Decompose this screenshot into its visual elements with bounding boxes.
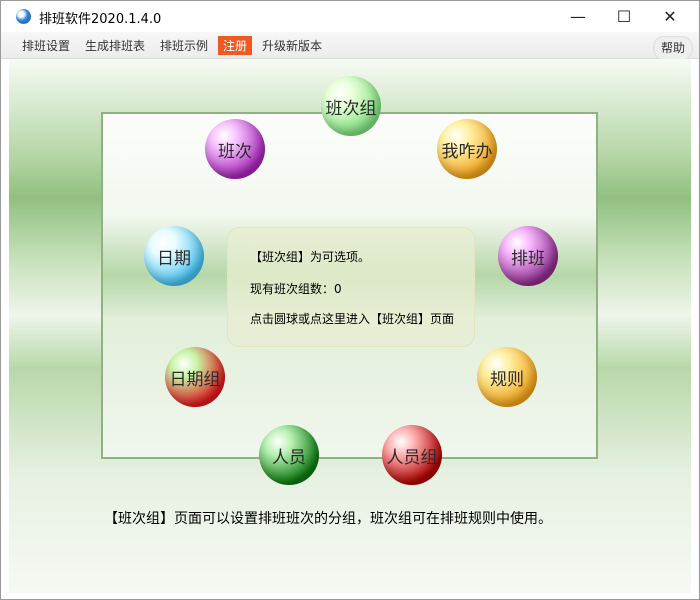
menu-schedule-examples[interactable]: 排班示例 (160, 37, 208, 54)
ball-label: 规则 (490, 369, 524, 390)
ball-what-to-do[interactable]: 我咋办 (437, 119, 497, 179)
ball-rules[interactable]: 规则 (477, 347, 537, 407)
ball-label: 班次组 (325, 98, 377, 119)
maximize-button[interactable]: ☐ (601, 1, 647, 32)
menu-bar: 排班设置 生成排班表 排班示例 注册 升级新版本 (1, 32, 699, 59)
window-title: 排班软件2020.1.4.0 (39, 12, 162, 27)
close-button[interactable]: ✕ (647, 1, 693, 32)
app-logo-icon (16, 9, 31, 24)
info-group-count: 现有班次组数：0 (250, 282, 342, 296)
ball-label: 我咋办 (441, 141, 493, 162)
app-window: 排班软件2020.1.4.0 — ☐ ✕ 排班设置 生成排班表 排班示例 注册 … (0, 0, 700, 600)
ball-label: 人员 (272, 447, 306, 468)
help-button[interactable]: 帮助 (653, 36, 693, 60)
ball-label: 班次 (218, 141, 252, 162)
ball-date-group[interactable]: 日期组 (165, 347, 225, 407)
info-optional-text: 【班次组】为可选项。 (250, 250, 371, 264)
footer-description: 【班次组】页面可以设置排班班次的分组，班次组可在排班规则中使用。 (104, 511, 552, 527)
menu-upgrade[interactable]: 升级新版本 (262, 37, 322, 54)
ball-staff-group[interactable]: 人员组 (382, 425, 442, 485)
info-box[interactable]: 【班次组】为可选项。 现有班次组数：0 点击圆球或点这里进入【班次组】页面 (227, 227, 475, 347)
ball-schedule[interactable]: 排班 (498, 226, 558, 286)
ball-label: 人员组 (386, 447, 438, 468)
menu-generate-schedule[interactable]: 生成排班表 (85, 37, 145, 54)
ball-shift-group[interactable]: 班次组 (321, 76, 381, 136)
ball-date[interactable]: 日期 (144, 226, 204, 286)
ball-staff[interactable]: 人员 (259, 425, 319, 485)
info-enter-link[interactable]: 点击圆球或点这里进入【班次组】页面 (250, 310, 454, 327)
menu-schedule-settings[interactable]: 排班设置 (22, 37, 70, 54)
menu-register[interactable]: 注册 (218, 36, 253, 55)
ball-label: 日期 (157, 248, 191, 269)
ball-label: 日期组 (169, 369, 221, 390)
ball-label: 排班 (511, 248, 545, 269)
ball-shift[interactable]: 班次 (205, 119, 265, 179)
title-bar: 排班软件2020.1.4.0 — ☐ ✕ (1, 1, 699, 32)
minimize-button[interactable]: — (555, 1, 601, 32)
